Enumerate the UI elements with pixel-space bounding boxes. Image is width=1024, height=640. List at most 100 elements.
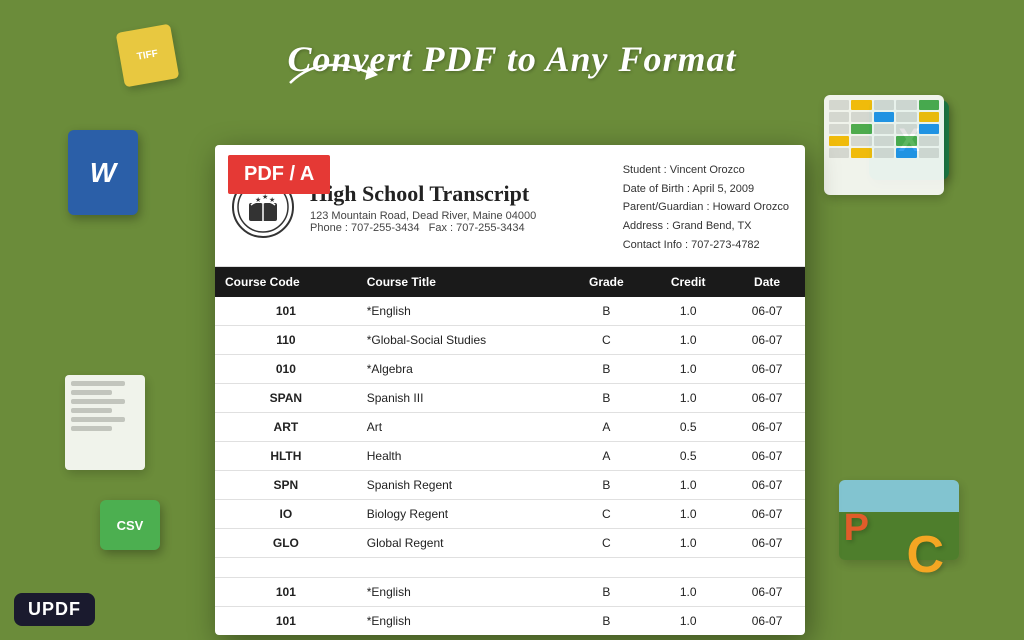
- cal-cell: [829, 148, 849, 158]
- cal-cell: [851, 148, 871, 158]
- table-row: IO Biology Regent C 1.0 06-07: [215, 500, 805, 529]
- cell-grade: B: [565, 384, 647, 413]
- svg-text:★: ★: [262, 193, 268, 201]
- cal-cell: [896, 100, 916, 110]
- document-title-area: High School Transcript 123 Mountain Road…: [310, 181, 536, 234]
- table-row: 101 *English B 1.0 06-07: [215, 607, 805, 635]
- cell-date: 06-07: [729, 500, 805, 529]
- cell-date: 06-07: [729, 326, 805, 355]
- cell-grade: C: [565, 500, 647, 529]
- cell-date: 06-07: [729, 384, 805, 413]
- cell-date: 06-07: [729, 297, 805, 326]
- cell-code: 110: [215, 326, 357, 355]
- deco-line: [71, 381, 125, 386]
- cell-credit: 1.0: [647, 326, 729, 355]
- cell-date: 06-07: [729, 578, 805, 607]
- document-title: High School Transcript: [310, 181, 536, 207]
- student-address: Address : Grand Bend, TX: [623, 217, 789, 236]
- cal-cell: [829, 112, 849, 122]
- word-icon: [68, 130, 138, 215]
- cell-credit: 1.0: [647, 529, 729, 558]
- deco-line: [71, 417, 125, 422]
- cal-cell: [919, 100, 939, 110]
- table-row: SPAN Spanish III B 1.0 06-07: [215, 384, 805, 413]
- cell-date: 06-07: [729, 607, 805, 635]
- fax-line: Fax : 707-255-3434: [429, 222, 525, 234]
- svg-text:★: ★: [269, 196, 275, 204]
- table-header-row: Course Code Course Title Grade Credit Da…: [215, 267, 805, 297]
- document-container: ★ ★ ★ High School Transcript 123 Mountai…: [215, 145, 805, 635]
- cal-cell: [874, 112, 894, 122]
- cell-credit: 1.0: [647, 471, 729, 500]
- table-row: ART Art A 0.5 06-07: [215, 413, 805, 442]
- transcript-table: Course Code Course Title Grade Credit Da…: [215, 267, 805, 635]
- student-info: Student : Vincent Orozco Date of Birth :…: [623, 161, 789, 254]
- cell-date: 06-07: [729, 413, 805, 442]
- cal-cell: [829, 136, 849, 146]
- table-row: 110 *Global-Social Studies C 1.0 06-07: [215, 326, 805, 355]
- school-address: 123 Mountain Road, Dead River, Maine 040…: [310, 210, 536, 234]
- calendar-deco: [824, 95, 944, 195]
- tiff-badge: TIFF: [116, 24, 180, 88]
- cell-title: Spanish Regent: [357, 471, 566, 500]
- cal-cell: [896, 124, 916, 134]
- cell-title: *English: [357, 578, 566, 607]
- cell-credit: 1.0: [647, 384, 729, 413]
- header-date: Date: [729, 267, 805, 297]
- deco-line: [71, 399, 125, 404]
- cell-credit: 0.5: [647, 442, 729, 471]
- cell-credit: 1.0: [647, 607, 729, 635]
- cell-code: 101: [215, 607, 357, 635]
- contact-info: Contact Info : 707-273-4782: [623, 236, 789, 255]
- cell-grade: C: [565, 326, 647, 355]
- cell-grade: B: [565, 471, 647, 500]
- cell-title: Art: [357, 413, 566, 442]
- cal-cell: [919, 148, 939, 158]
- cell-title: Global Regent: [357, 529, 566, 558]
- calendar-grid: [829, 100, 939, 158]
- cell-grade: A: [565, 413, 647, 442]
- student-name: Student : Vincent Orozco: [623, 161, 789, 180]
- cal-cell: [829, 124, 849, 134]
- cell-date: 06-07: [729, 355, 805, 384]
- cell-code: 101: [215, 578, 357, 607]
- cell-grade: C: [565, 529, 647, 558]
- cal-cell: [896, 112, 916, 122]
- cal-cell: [919, 136, 939, 146]
- cal-cell: [851, 100, 871, 110]
- cal-cell: [874, 124, 894, 134]
- cell-credit: 1.0: [647, 297, 729, 326]
- table-row: SPN Spanish Regent B 1.0 06-07: [215, 471, 805, 500]
- cell-date: 06-07: [729, 471, 805, 500]
- cell-title: Biology Regent: [357, 500, 566, 529]
- cell-credit: 1.0: [647, 578, 729, 607]
- cell-title: *Global-Social Studies: [357, 326, 566, 355]
- cell-date: 06-07: [729, 442, 805, 471]
- deco-line: [71, 426, 112, 431]
- phone-line: Phone : 707-255-3434: [310, 222, 419, 234]
- csv-badge: CSV: [100, 500, 160, 550]
- cal-cell: [919, 112, 939, 122]
- cell-title: *English: [357, 297, 566, 326]
- cell-grade: B: [565, 578, 647, 607]
- updf-logo: UPDF: [14, 593, 95, 626]
- cell-credit: 1.0: [647, 500, 729, 529]
- cell-title: Spanish III: [357, 384, 566, 413]
- cell-grade: B: [565, 355, 647, 384]
- table-row: 101 *English B 1.0 06-07: [215, 578, 805, 607]
- cell-code: GLO: [215, 529, 357, 558]
- cal-cell: [896, 148, 916, 158]
- cell-credit: 1.0: [647, 355, 729, 384]
- cell-title: *English: [357, 607, 566, 635]
- powerpoint-p-icon: P: [844, 507, 869, 550]
- cell-code: 101: [215, 297, 357, 326]
- cal-cell: [851, 124, 871, 134]
- table-row: GLO Global Regent C 1.0 06-07: [215, 529, 805, 558]
- cal-cell: [874, 148, 894, 158]
- cell-code: 010: [215, 355, 357, 384]
- pdf-a-badge: PDF / A: [228, 155, 330, 194]
- cal-cell: [874, 136, 894, 146]
- cell-code: ART: [215, 413, 357, 442]
- deco-line: [71, 408, 112, 413]
- cell-date: 06-07: [729, 529, 805, 558]
